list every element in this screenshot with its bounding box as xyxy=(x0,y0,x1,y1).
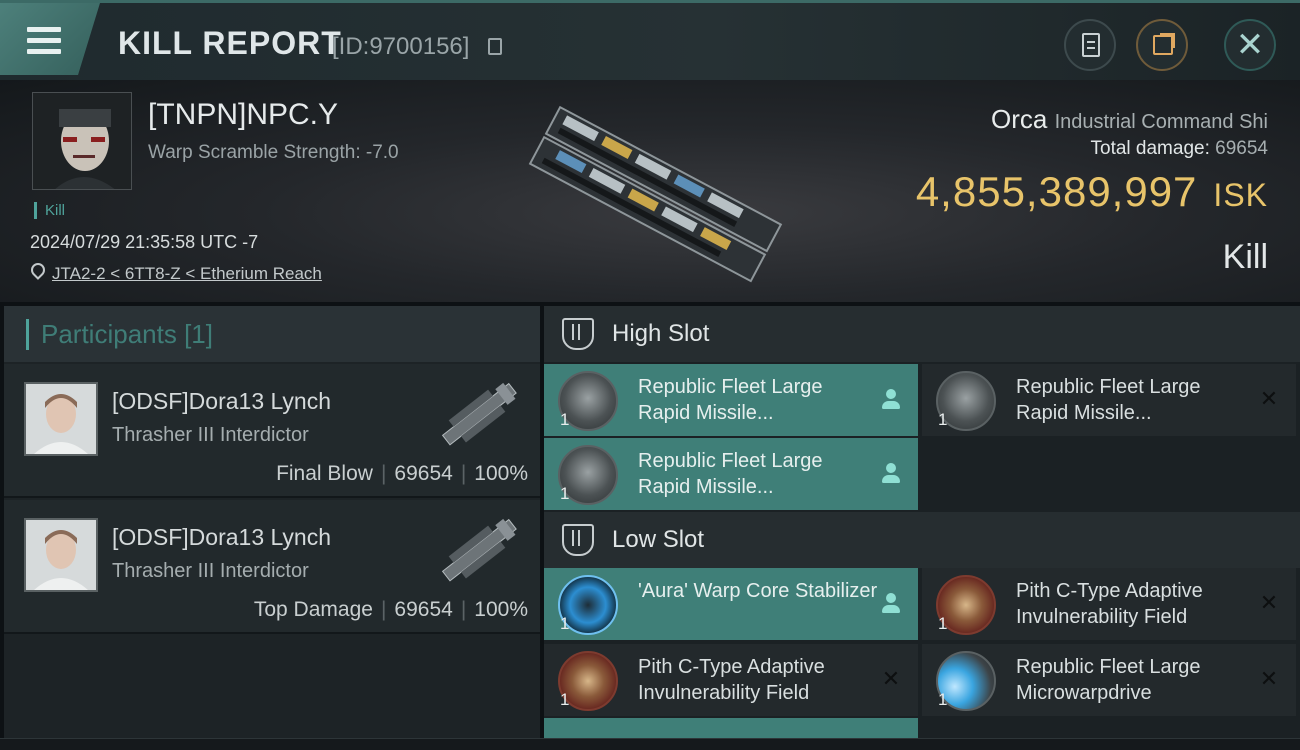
participant-row[interactable]: [ODSF]Dora13 Lynch Thrasher III Interdic… xyxy=(4,500,540,634)
fitting-panel: High Slot 1 Republic Fleet Large Rapid M… xyxy=(544,306,1300,750)
participants-header: Participants [1] xyxy=(4,306,540,362)
destroyed-x-icon: ✕ xyxy=(1259,386,1279,411)
victim-ship-name[interactable]: Orca Industrial Command Shi xyxy=(991,104,1268,135)
location-pin-icon xyxy=(28,260,48,280)
high-slot-header: High Slot xyxy=(544,306,1300,362)
participant-ship: Thrasher III Interdictor xyxy=(112,424,309,446)
module-item[interactable]: 1 Republic Fleet Large Rapid Missile... xyxy=(544,438,918,510)
isk-value: 4,855,389,997 ISK xyxy=(915,168,1268,215)
document-icon xyxy=(1082,33,1100,57)
total-damage: Total damage: 69654 xyxy=(1090,138,1268,159)
module-item[interactable]: 1 Pith C-Type Adaptive Invulnerability F… xyxy=(544,644,918,716)
avatar xyxy=(24,382,98,456)
avatar xyxy=(24,518,98,592)
module-item[interactable]: 1 Republic Fleet Large Microwarpdrive ✕ xyxy=(922,644,1296,716)
module-item[interactable]: 1 'Aura' Warp Core Stabilizer xyxy=(544,568,918,640)
page-title: KILL REPORT xyxy=(118,25,342,61)
victim-portrait[interactable] xyxy=(32,92,132,190)
close-icon: ✕ xyxy=(1235,26,1265,64)
kill-datetime: 2024/07/29 21:35:58 UTC -7 xyxy=(30,232,259,252)
low-slot-icon xyxy=(562,524,594,556)
close-button[interactable]: ✕ xyxy=(1224,19,1276,71)
destroyed-x-icon: ✕ xyxy=(881,666,901,691)
location-link[interactable]: JTA2-2 < 6TT8-Z < Etherium Reach xyxy=(52,264,322,284)
participant-ship-image xyxy=(432,506,528,596)
participant-stats: Final Blow | 69654 | 100% xyxy=(276,462,528,485)
dropped-person-icon xyxy=(880,462,902,484)
module-item[interactable]: 1 Republic Fleet Large Rapid Missile... … xyxy=(922,364,1296,436)
participant-name: [ODSF]Dora13 Lynch xyxy=(112,388,332,414)
participant-stats: Top Damage | 69654 | 100% xyxy=(253,598,528,621)
participant-ship: Thrasher III Interdictor xyxy=(112,560,309,582)
low-slot-header: Low Slot xyxy=(544,512,1300,568)
ship-class: Industrial Command Shi xyxy=(1054,111,1268,133)
module-item[interactable]: 1 Republic Fleet Large Rapid Missile... xyxy=(544,364,918,436)
share-icon xyxy=(1153,33,1175,55)
dropped-person-icon xyxy=(880,388,902,410)
participant-row[interactable]: [ODSF]Dora13 Lynch Thrasher III Interdic… xyxy=(4,364,540,498)
victim-name[interactable]: [TNPN]NPC.Y xyxy=(148,98,338,132)
report-id: [ID:9700156] xyxy=(332,33,470,60)
menu-icon xyxy=(27,27,61,32)
participant-name: [ODSF]Dora13 Lynch xyxy=(112,524,332,550)
high-slot-icon xyxy=(562,318,594,350)
module-item[interactable]: 1 Pith C-Type Adaptive Invulnerability F… xyxy=(922,568,1296,640)
copy-icon[interactable] xyxy=(488,38,502,55)
kill-tag: Kill xyxy=(34,202,65,219)
participant-ship-image xyxy=(432,370,528,460)
title-bar: KILL REPORT [ID:9700156] ✕ xyxy=(0,0,1300,80)
kill-result: Kill xyxy=(1222,238,1268,276)
share-button[interactable] xyxy=(1136,19,1188,71)
victim-ship-image xyxy=(510,100,800,290)
menu-button[interactable] xyxy=(0,3,100,75)
victim-summary: [TNPN]NPC.Y Warp Scramble Strength: -7.0… xyxy=(0,80,1300,302)
dropped-person-icon xyxy=(880,592,902,614)
warp-scramble-strength: Warp Scramble Strength: -7.0 xyxy=(148,142,399,163)
destroyed-x-icon: ✕ xyxy=(1259,590,1279,615)
destroyed-x-icon: ✕ xyxy=(1259,666,1279,691)
participants-panel: Participants [1] [ODSF]Dora13 Lynch Thra… xyxy=(4,306,540,750)
bottom-dock xyxy=(0,738,1300,750)
document-button[interactable] xyxy=(1064,19,1116,71)
